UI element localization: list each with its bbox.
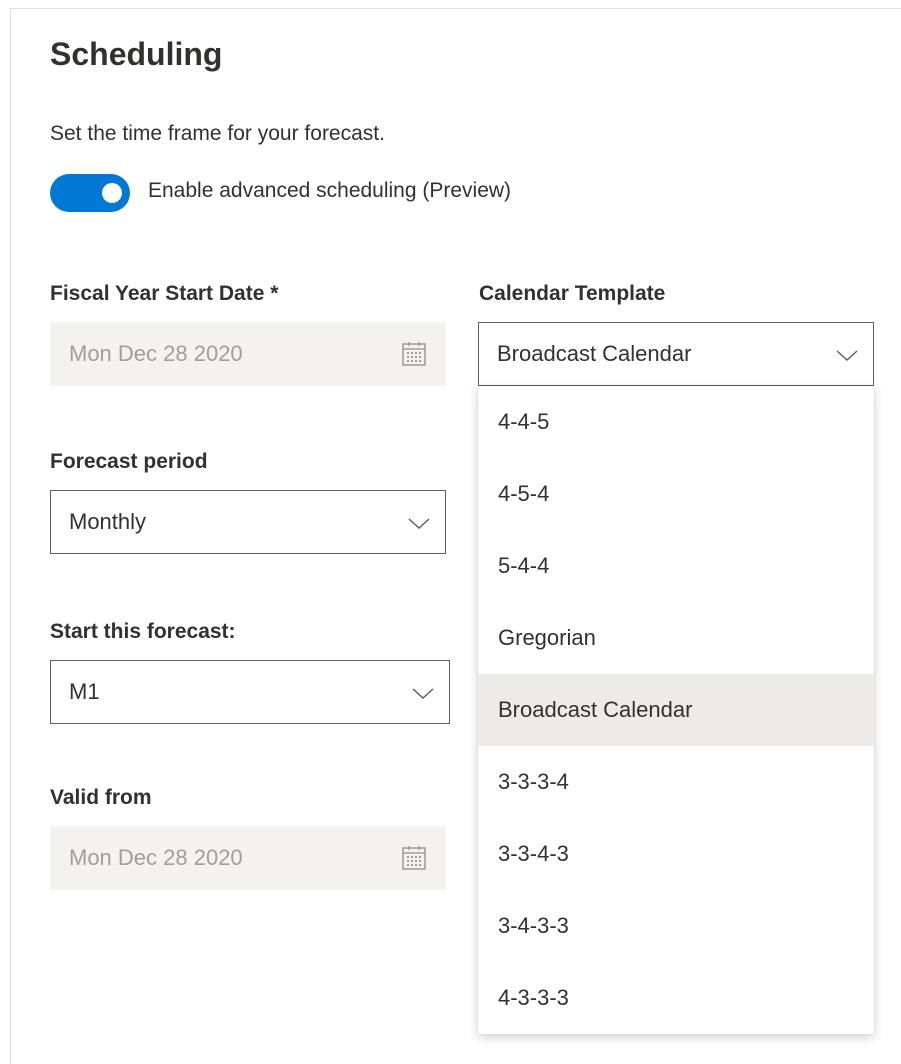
calendar-template-value: Broadcast Calendar <box>497 341 692 366</box>
dropdown-option-5-4-4[interactable]: 5-4-4 <box>478 530 874 602</box>
dropdown-option-broadcast-calendar[interactable]: Broadcast Calendar <box>478 674 874 746</box>
calendar-template-dropdown: 4-4-5 4-5-4 5-4-4 Gregorian Broadcast Ca… <box>478 386 874 1034</box>
calendar-icon <box>402 846 426 870</box>
valid-from-label: Valid from <box>50 786 152 809</box>
toggle-knob <box>102 183 122 203</box>
forecast-period-select[interactable]: Monthly <box>50 490 446 554</box>
chevron-down-icon <box>412 688 434 699</box>
advanced-scheduling-toggle[interactable] <box>50 174 130 212</box>
forecast-period-value: Monthly <box>69 509 147 534</box>
fiscal-year-start-label: Fiscal Year Start Date * <box>50 282 279 305</box>
start-forecast-select[interactable]: M1 <box>50 660 450 724</box>
dropdown-option-4-3-3-3[interactable]: 4-3-3-3 <box>478 962 874 1034</box>
chevron-down-icon <box>408 518 430 529</box>
calendar-template-select[interactable]: Broadcast Calendar <box>478 322 874 386</box>
fiscal-year-start-input: Mon Dec 28 2020 <box>50 322 446 386</box>
advanced-scheduling-label: Enable advanced scheduling (Preview) <box>148 179 512 202</box>
valid-from-input: Mon Dec 28 2020 <box>50 826 446 890</box>
start-forecast-value: M1 <box>69 679 100 704</box>
dropdown-option-3-3-4-3[interactable]: 3-3-4-3 <box>478 818 874 890</box>
chevron-down-icon <box>836 350 858 361</box>
dropdown-option-4-4-5[interactable]: 4-4-5 <box>478 386 874 458</box>
fiscal-year-start-value: Mon Dec 28 2020 <box>69 341 243 366</box>
calendar-template-label: Calendar Template <box>479 282 666 305</box>
dropdown-option-3-3-3-4[interactable]: 3-3-3-4 <box>478 746 874 818</box>
page-title: Scheduling <box>50 36 223 72</box>
calendar-icon <box>402 342 426 366</box>
dropdown-option-3-4-3-3[interactable]: 3-4-3-3 <box>478 890 874 962</box>
forecast-period-label: Forecast period <box>50 450 208 473</box>
dropdown-option-gregorian[interactable]: Gregorian <box>478 602 874 674</box>
start-forecast-label: Start this forecast: <box>50 620 236 643</box>
page-subtitle: Set the time frame for your forecast. <box>50 122 385 145</box>
valid-from-value: Mon Dec 28 2020 <box>69 845 243 870</box>
dropdown-option-4-5-4[interactable]: 4-5-4 <box>478 458 874 530</box>
